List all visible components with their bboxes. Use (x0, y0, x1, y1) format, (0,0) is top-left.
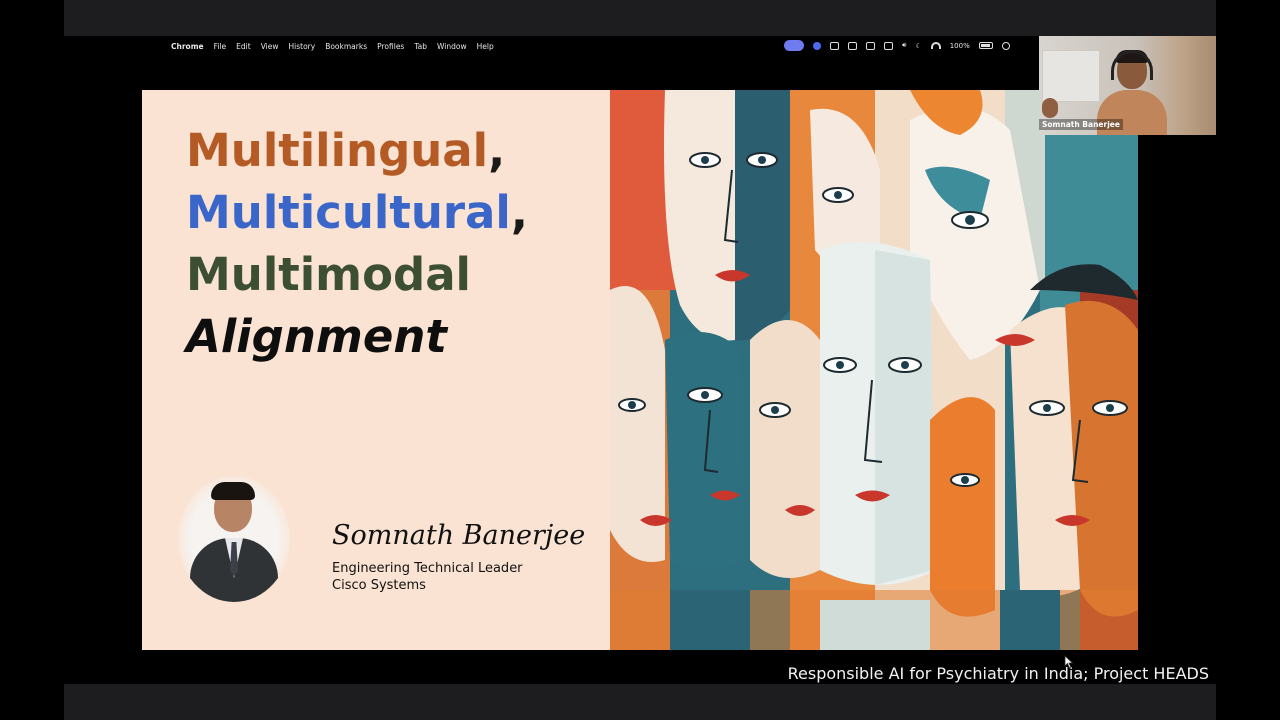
participant-video-tile[interactable]: Somnath Banerjee (1039, 36, 1216, 135)
speaker-name: Somnath Banerjee (332, 520, 586, 551)
record-icon[interactable] (830, 41, 839, 50)
title-multimodal: Multimodal (186, 248, 471, 301)
moon-icon[interactable]: ☾ (915, 42, 921, 50)
menu-view[interactable]: View (261, 42, 279, 51)
menu-profiles[interactable]: Profiles (377, 42, 404, 51)
slide-text-panel: Multilingual, Multicultural, Multimodal … (142, 90, 610, 650)
abstract-faces-artwork (610, 90, 1138, 650)
focus-icon[interactable] (884, 41, 893, 50)
menu-help[interactable]: Help (477, 42, 494, 51)
menu-edit[interactable]: Edit (236, 42, 251, 51)
status-icons: 🔊︎ ☾ 100% (784, 40, 1010, 51)
speaker-role: Engineering Technical Leader (332, 561, 523, 576)
wifi-icon[interactable] (930, 42, 941, 49)
volume-icon[interactable]: 🔊︎ (902, 41, 906, 50)
extension-icon[interactable] (813, 41, 821, 50)
title-multicultural: Multicultural (186, 186, 511, 239)
wall-frame (1042, 50, 1100, 102)
mac-menu-bar: Chrome File Edit View History Bookmarks … (140, 36, 1040, 58)
participant-name: Somnath Banerjee (1039, 119, 1123, 130)
title-alignment: Alignment (186, 310, 447, 363)
menu-window[interactable]: Window (437, 42, 467, 51)
menu-items: Chrome File Edit View History Bookmarks … (171, 42, 494, 51)
speaker-company: Cisco Systems (332, 578, 426, 593)
battery-percent: 100% (949, 41, 970, 50)
menu-bookmarks[interactable]: Bookmarks (325, 42, 367, 51)
title-comma: , (510, 186, 528, 239)
title-comma: , (488, 124, 506, 177)
slide-title: Multilingual, Multicultural, Multimodal … (186, 120, 528, 368)
search-icon[interactable] (1001, 41, 1010, 50)
menu-history[interactable]: History (289, 42, 316, 51)
video-caption: Responsible AI for Psychiatry in India; … (787, 664, 1209, 683)
menu-file[interactable]: File (214, 42, 227, 51)
speaker-info: Engineering Technical Leader Cisco Syste… (332, 560, 523, 594)
menu-app-name[interactable]: Chrome (171, 42, 204, 51)
title-multilingual: Multilingual (186, 124, 489, 177)
mouse-cursor-icon (1064, 655, 1074, 669)
speaker-photo (178, 476, 290, 602)
menu-tab[interactable]: Tab (414, 42, 427, 51)
display-icon[interactable] (848, 41, 857, 50)
battery-icon[interactable] (978, 42, 993, 49)
presentation-slide: Multilingual, Multicultural, Multimodal … (142, 90, 1138, 650)
screen-share-icon[interactable] (784, 40, 804, 51)
video-top-bar (64, 0, 1216, 36)
video-bottom-bar (64, 684, 1216, 720)
control-center-icon[interactable] (866, 41, 875, 50)
